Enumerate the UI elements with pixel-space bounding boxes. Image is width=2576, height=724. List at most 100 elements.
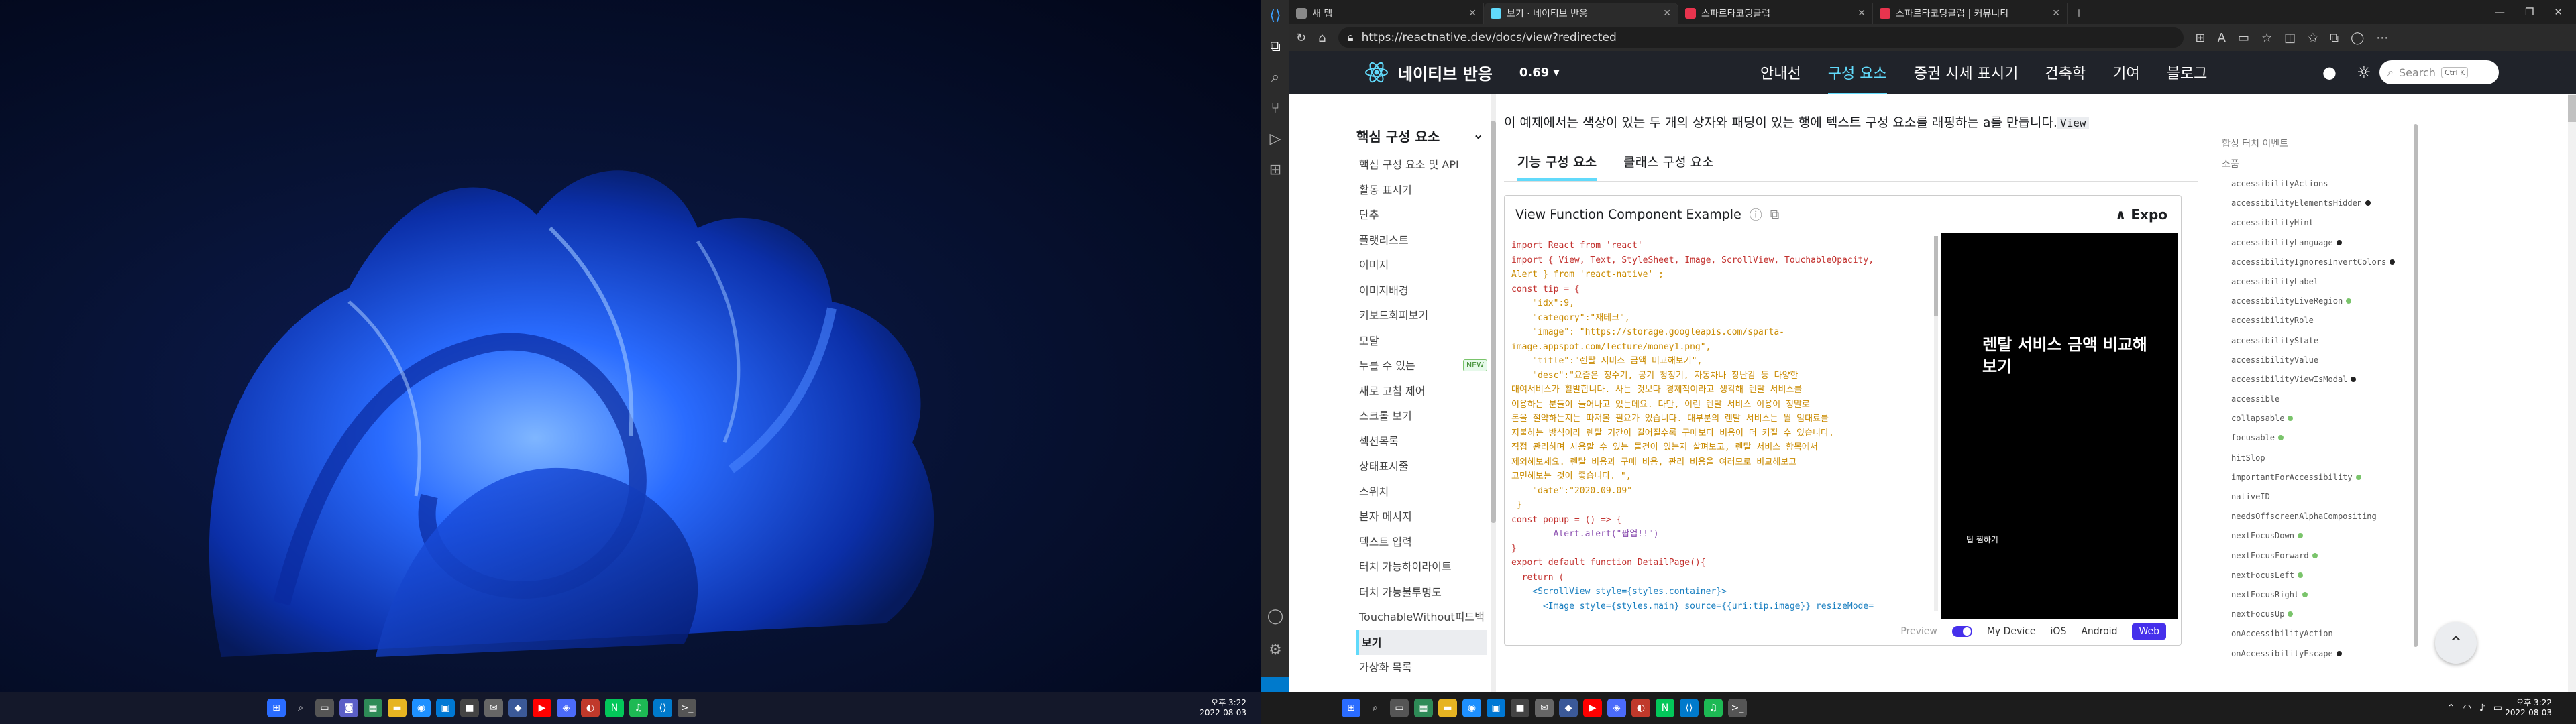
search-icon[interactable]: ⌕	[1261, 62, 1289, 93]
spotify-icon[interactable]: ♫	[1704, 699, 1723, 717]
toc-item[interactable]: importantForAccessibility	[2222, 468, 2410, 487]
toc-item[interactable]: nextFocusUp	[2222, 605, 2410, 624]
page-scroll-thumb[interactable]	[2568, 95, 2576, 122]
tab-react-native-view[interactable]: 보기 · 네이티브 반응 ✕	[1484, 3, 1678, 24]
sidebar-item[interactable]: 스크롤 보기	[1356, 404, 1487, 429]
more-icon[interactable]: ⋯	[2376, 31, 2388, 45]
close-icon[interactable]: ✕	[1468, 8, 1477, 19]
source-control-icon[interactable]: ⑂	[1261, 93, 1289, 123]
app3-icon[interactable]: ◈	[557, 699, 576, 717]
close-icon[interactable]: ✕	[1858, 8, 1866, 19]
terminal-icon[interactable]: >_	[678, 699, 696, 717]
sidebar-item[interactable]: 텍스트 입력	[1356, 530, 1487, 555]
my-device-button[interactable]: My Device	[1987, 626, 2036, 637]
app4-icon[interactable]: ◐	[581, 699, 600, 717]
spotify-icon[interactable]: ♫	[629, 699, 648, 717]
sidebar-item[interactable]: 상태표시줄	[1356, 454, 1487, 479]
close-window-icon[interactable]: ✕	[2554, 6, 2563, 18]
nav-architecture[interactable]: 건축학	[2045, 62, 2086, 83]
mail-icon[interactable]: ✉	[1535, 699, 1554, 717]
search-button[interactable]: ⌕ Search Ctrl K	[2379, 60, 2499, 84]
sidebar-item[interactable]: 터치 가능불투명도	[1356, 580, 1487, 605]
toc-scrollbar[interactable]	[2414, 124, 2418, 647]
url-text[interactable]: https://reactnative.dev/docs/view?redire…	[1362, 31, 1617, 44]
toc-item[interactable]: nextFocusLeft	[2222, 566, 2410, 585]
youtube-icon[interactable]: ▶	[533, 699, 551, 717]
store-icon[interactable]: ▣	[436, 699, 455, 717]
widgets-icon[interactable]: ▦	[1414, 699, 1433, 717]
chevron-up-icon[interactable]: ⌃	[2447, 703, 2455, 713]
new-tab-button[interactable]: ＋	[2068, 3, 2101, 24]
sidebar-scroll-thumb[interactable]	[1491, 121, 1496, 523]
sidebar-item[interactable]: 플랫리스트	[1356, 228, 1487, 253]
app-available-icon[interactable]: ⊞	[2196, 31, 2206, 45]
toc-item[interactable]: nextFocusForward	[2222, 546, 2410, 566]
extension-icon[interactable]: ▭	[2238, 31, 2249, 45]
version-dropdown[interactable]: 0.69 ▾	[1519, 66, 1560, 80]
widgets-icon[interactable]: ▦	[364, 699, 382, 717]
search-icon[interactable]: ⌕	[1366, 699, 1385, 717]
toc-heading[interactable]: 합성 터치 이벤트	[2222, 134, 2410, 154]
close-icon[interactable]: ✕	[2052, 8, 2060, 19]
app-icon[interactable]: ■	[460, 699, 479, 717]
mail-icon[interactable]: ✉	[484, 699, 503, 717]
toc-item[interactable]: accessibilityRole	[2222, 311, 2410, 330]
toc-item[interactable]: hitSlop	[2222, 448, 2410, 468]
sidebar-item[interactable]: 활동 표시기	[1356, 178, 1487, 203]
sidebar-item-view-active[interactable]: 보기	[1356, 629, 1487, 655]
home-icon[interactable]: ⌂	[1318, 31, 1326, 45]
settings-gear-icon[interactable]: ⚙	[1261, 634, 1289, 665]
address-bar[interactable]: 🔒︎ https://reactnative.dev/docs/view?red…	[1338, 27, 2184, 48]
info-icon[interactable]: ⓘ	[1750, 205, 1762, 223]
toc-item[interactable]: accessibilityActions	[2222, 174, 2410, 194]
tab-function-component[interactable]: 기능 구성 요소	[1517, 144, 1597, 181]
sidebar-item[interactable]: 키보드회피보기	[1356, 303, 1487, 328]
minimize-icon[interactable]: —	[2495, 6, 2505, 18]
profile-icon[interactable]: ◯	[2351, 31, 2364, 45]
code-scrollbar[interactable]	[1934, 236, 1938, 611]
account-icon[interactable]: ◯	[1261, 601, 1289, 631]
tab-new[interactable]: 새 탭 ✕	[1289, 3, 1484, 24]
toc-item[interactable]: needsOffscreenAlphaCompositing	[2222, 507, 2410, 526]
battery-icon[interactable]: ▭	[2493, 703, 2502, 713]
file-explorer-icon[interactable]: ▬	[388, 699, 407, 717]
open-external-icon[interactable]: ⧉	[1770, 207, 1780, 222]
tab-sparta[interactable]: 스파르타코딩클럽 ✕	[1678, 3, 1873, 24]
theme-toggle-icon[interactable]: ☼	[2357, 63, 2371, 82]
vscode-icon[interactable]: ⟨⟩	[653, 699, 672, 717]
store-icon[interactable]: ▣	[1487, 699, 1505, 717]
toc-item[interactable]: nextFocusRight	[2222, 585, 2410, 605]
toc-item[interactable]: accessibilityViewIsModal	[2222, 370, 2410, 389]
naver-icon[interactable]: N	[605, 699, 624, 717]
explorer-icon[interactable]: ⧉	[1261, 31, 1289, 62]
youtube-icon[interactable]: ▶	[1583, 699, 1602, 717]
preview-toggle[interactable]	[1951, 626, 1972, 637]
page-scrollbar[interactable]	[2568, 94, 2576, 692]
code-editor[interactable]: import React from 'react' import { View, …	[1505, 233, 1934, 615]
sidebar-item[interactable]: 이미지배경	[1356, 278, 1487, 304]
toc-item[interactable]: onAccessibilityEscape	[2222, 644, 2410, 664]
file-explorer-icon[interactable]: ▬	[1438, 699, 1457, 717]
start-icon[interactable]: ⊞	[1342, 699, 1360, 717]
wifi-icon[interactable]: ◠	[2463, 703, 2471, 713]
read-aloud-icon[interactable]: A	[2218, 31, 2226, 45]
github-icon[interactable]: ●	[2322, 63, 2337, 82]
extensions-icon[interactable]: ⊞	[1261, 154, 1289, 185]
toc-item[interactable]: accessibilityState	[2222, 331, 2410, 351]
toc-item[interactable]: nativeID	[2222, 487, 2410, 507]
site-logo[interactable]: 네이티브 반응	[1363, 59, 1493, 86]
task-view-icon[interactable]: ▭	[1390, 699, 1409, 717]
app4-icon[interactable]: ◐	[1631, 699, 1650, 717]
nav-blog[interactable]: 블로그	[2167, 62, 2208, 83]
split-screen-icon[interactable]: ◫	[2284, 31, 2296, 45]
toc-item[interactable]: accessibilityLanguage	[2222, 233, 2410, 253]
nav-api[interactable]: 증권 시세 표시기	[1914, 62, 2019, 83]
tab-class-component[interactable]: 클래스 구성 요소	[1623, 144, 1713, 181]
chat-icon[interactable]: ◙	[339, 699, 358, 717]
sidebar-item[interactable]: 핵심 구성 요소 및 API	[1356, 152, 1487, 178]
edge-icon[interactable]: ◉	[1462, 699, 1481, 717]
vscode-icon[interactable]: ⟨⟩	[1680, 699, 1699, 717]
close-icon[interactable]: ✕	[1663, 8, 1671, 19]
android-button[interactable]: Android	[2081, 626, 2117, 637]
maximize-icon[interactable]: ❐	[2525, 6, 2534, 18]
